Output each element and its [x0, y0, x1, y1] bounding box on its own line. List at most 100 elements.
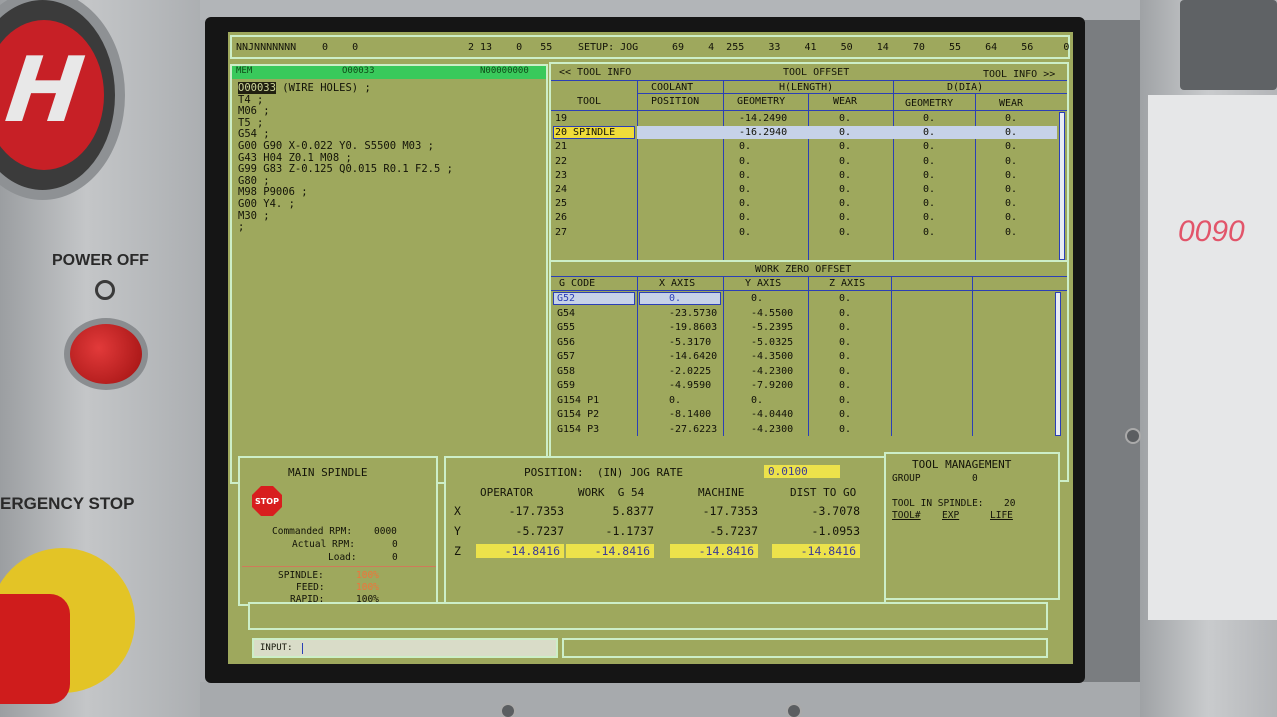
- h-wear-cell[interactable]: 0.: [839, 113, 851, 124]
- tool-number-cell[interactable]: 22: [555, 156, 567, 167]
- d-geometry-cell[interactable]: 0.: [923, 198, 935, 209]
- h-wear-cell[interactable]: 0.: [839, 170, 851, 181]
- h-geometry-cell[interactable]: 0.: [739, 156, 751, 167]
- work-y-cell[interactable]: -7.9200: [751, 380, 793, 391]
- work-y-cell[interactable]: 0.: [751, 293, 763, 304]
- work-x-cell[interactable]: 0.: [669, 293, 681, 304]
- work-x-cell[interactable]: -5.3170: [669, 337, 711, 348]
- h-wear-cell[interactable]: 0.: [839, 127, 851, 138]
- work-gcode-cell[interactable]: G54: [557, 308, 575, 319]
- h-geometry-cell[interactable]: 0.: [739, 198, 751, 209]
- d-wear-cell[interactable]: 0.: [1005, 141, 1017, 152]
- work-z-cell[interactable]: 0.: [839, 293, 851, 304]
- d-wear-cell[interactable]: 0.: [1005, 113, 1017, 124]
- work-x-cell[interactable]: -8.1400: [669, 409, 711, 420]
- work-gcode-cell[interactable]: G154 P3: [557, 424, 599, 435]
- h-geometry-cell[interactable]: 0.: [739, 212, 751, 223]
- program-line[interactable]: O00033O00033 (WIRE HOLES) ; (WIRE HOLES)…: [238, 82, 540, 95]
- work-z-cell[interactable]: 0.: [839, 337, 851, 348]
- d-wear-cell[interactable]: 0.: [1005, 156, 1017, 167]
- h-wear-cell[interactable]: 0.: [839, 198, 851, 209]
- program-line[interactable]: T4 ;: [238, 94, 540, 107]
- tool-number-cell[interactable]: 21: [555, 141, 567, 152]
- d-wear-cell[interactable]: 0.: [1005, 227, 1017, 238]
- work-y-cell[interactable]: -4.2300: [751, 366, 793, 377]
- work-y-cell[interactable]: -4.5500: [751, 308, 793, 319]
- tool-table-scrollbar-v[interactable]: [1059, 112, 1065, 260]
- h-wear-cell[interactable]: 0.: [839, 156, 851, 167]
- work-gcode-cell[interactable]: G55: [557, 322, 575, 333]
- work-x-cell[interactable]: -14.6420: [669, 351, 717, 362]
- d-geometry-cell[interactable]: 0.: [923, 212, 935, 223]
- tool-number-cell[interactable]: 23: [555, 170, 567, 181]
- program-window[interactable]: MEM O00033 N00000000 O00033O00033 (WIRE …: [230, 64, 548, 484]
- h-geometry-cell[interactable]: -14.2490: [739, 113, 787, 124]
- work-y-cell[interactable]: 0.: [751, 395, 763, 406]
- input-field[interactable]: INPUT:: [252, 638, 558, 658]
- work-gcode-cell[interactable]: G56: [557, 337, 575, 348]
- tool-number-cell[interactable]: 20 SPINDLE: [555, 127, 615, 138]
- program-line[interactable]: G00 Y4. ;: [238, 198, 540, 211]
- h-wear-cell[interactable]: 0.: [839, 184, 851, 195]
- tool-number-cell[interactable]: 26: [555, 212, 567, 223]
- tool-info-next-link[interactable]: TOOL INFO >>: [983, 69, 1055, 80]
- d-geometry-cell[interactable]: 0.: [923, 113, 935, 124]
- h-geometry-cell[interactable]: 0.: [739, 227, 751, 238]
- tool-number-cell[interactable]: 25: [555, 198, 567, 209]
- emergency-stop-button[interactable]: [0, 594, 70, 704]
- work-z-cell[interactable]: 0.: [839, 380, 851, 391]
- d-geometry-cell[interactable]: 0.: [923, 184, 935, 195]
- work-zero-offset-window[interactable]: WORK ZERO OFFSET G CODE X AXIS Y AXIS Z …: [549, 260, 1069, 482]
- h-geometry-cell[interactable]: 0.: [739, 141, 751, 152]
- work-gcode-cell[interactable]: G52: [557, 293, 575, 304]
- work-x-cell[interactable]: -4.9590: [669, 380, 711, 391]
- work-x-cell[interactable]: -2.0225: [669, 366, 711, 377]
- h-wear-cell[interactable]: 0.: [839, 141, 851, 152]
- work-gcode-cell[interactable]: G57: [557, 351, 575, 362]
- h-wear-cell[interactable]: 0.: [839, 227, 851, 238]
- d-wear-cell[interactable]: 0.: [1005, 127, 1017, 138]
- work-x-cell[interactable]: -23.5730: [669, 308, 717, 319]
- work-gcode-cell[interactable]: G154 P1: [557, 395, 599, 406]
- d-geometry-cell[interactable]: 0.: [923, 227, 935, 238]
- work-z-cell[interactable]: 0.: [839, 409, 851, 420]
- work-z-cell[interactable]: 0.: [839, 395, 851, 406]
- h-geometry-cell[interactable]: -16.2940: [739, 127, 787, 138]
- program-line[interactable]: M30 ;: [238, 210, 540, 223]
- d-geometry-cell[interactable]: 0.: [923, 141, 935, 152]
- work-y-cell[interactable]: -4.2300: [751, 424, 793, 435]
- program-line[interactable]: M06 ;: [238, 106, 540, 118]
- jog-rate-value[interactable]: 0.0100: [764, 465, 840, 478]
- h-geometry-cell[interactable]: 0.: [739, 170, 751, 181]
- work-z-cell[interactable]: 0.: [839, 351, 851, 362]
- power-off-button[interactable]: [64, 318, 148, 390]
- d-wear-cell[interactable]: 0.: [1005, 170, 1017, 181]
- work-y-cell[interactable]: -4.3500: [751, 351, 793, 362]
- work-y-cell[interactable]: -5.0325: [751, 337, 793, 348]
- tool-offset-window[interactable]: << TOOL INFO TOOL OFFSET TOOL INFO >> CO…: [549, 62, 1069, 286]
- tool-number-cell[interactable]: 27: [555, 227, 567, 238]
- tool-info-prev-link[interactable]: << TOOL INFO: [559, 67, 631, 78]
- program-line[interactable]: T5 ;: [238, 117, 540, 130]
- work-x-cell[interactable]: -19.8603: [669, 322, 717, 333]
- work-gcode-cell[interactable]: G58: [557, 366, 575, 377]
- d-geometry-cell[interactable]: 0.: [923, 170, 935, 181]
- work-z-cell[interactable]: 0.: [839, 366, 851, 377]
- d-wear-cell[interactable]: 0.: [1005, 212, 1017, 223]
- d-wear-cell[interactable]: 0.: [1005, 184, 1017, 195]
- work-z-cell[interactable]: 0.: [839, 322, 851, 333]
- work-z-cell[interactable]: 0.: [839, 308, 851, 319]
- work-gcode-cell[interactable]: G59: [557, 380, 575, 391]
- tool-number-cell[interactable]: 24: [555, 184, 567, 195]
- work-table-scrollbar-v[interactable]: [1055, 292, 1061, 436]
- program-line[interactable]: ;: [238, 222, 540, 234]
- d-geometry-cell[interactable]: 0.: [923, 127, 935, 138]
- work-z-cell[interactable]: 0.: [839, 424, 851, 435]
- work-x-cell[interactable]: -27.6223: [669, 424, 717, 435]
- h-geometry-cell[interactable]: 0.: [739, 184, 751, 195]
- d-geometry-cell[interactable]: 0.: [923, 156, 935, 167]
- d-wear-cell[interactable]: 0.: [1005, 198, 1017, 209]
- program-line[interactable]: G99 G83 Z-0.125 Q0.015 R0.1 F2.5 ;: [238, 164, 540, 176]
- program-listing[interactable]: O00033O00033 (WIRE HOLES) ; (WIRE HOLES)…: [232, 79, 546, 238]
- work-gcode-cell[interactable]: G154 P2: [557, 409, 599, 420]
